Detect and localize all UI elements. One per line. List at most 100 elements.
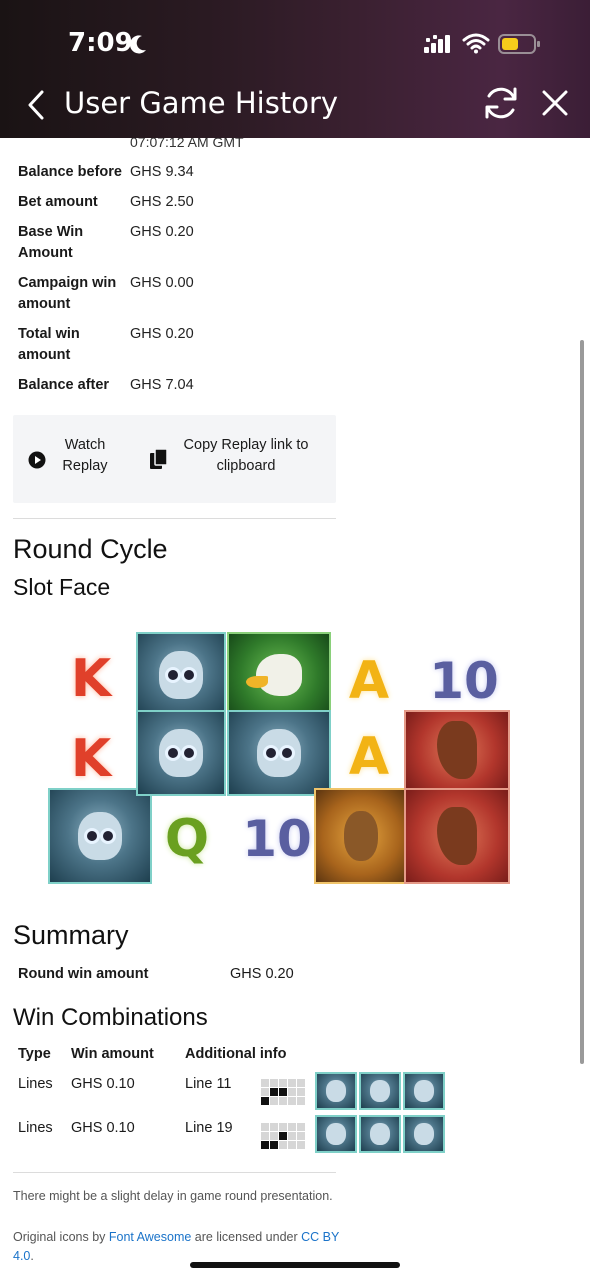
icon-credits: Original icons by Font Awesome are licen… [13, 1230, 340, 1263]
page-title: User Game History [64, 86, 339, 120]
stag-symbol [314, 788, 408, 884]
payline-cell [279, 1123, 287, 1131]
detail-label: Campaign win amount [18, 275, 117, 312]
detail-value: GHS 0.00 [130, 275, 194, 291]
divider [13, 1172, 336, 1173]
slot-reels: K K Q 10 A A 10 [44, 632, 514, 888]
payline-cell [279, 1097, 287, 1105]
payline-cell [297, 1088, 305, 1096]
replay-actions: Watch Replay Copy Replay link to clipboa… [13, 415, 336, 503]
detail-value: GHS 0.20 [130, 326, 194, 342]
col-header-win-amount: Win amount [71, 1046, 154, 1062]
copy-icon[interactable] [150, 449, 168, 471]
payline-cell [297, 1132, 305, 1140]
round-win-value: GHS 0.20 [230, 966, 294, 982]
detail-label: Balance after [18, 377, 110, 393]
payline-cell [288, 1088, 296, 1096]
detail-label: Balance before [18, 164, 122, 180]
round-cycle-heading: Round Cycle [13, 534, 168, 564]
payline-pattern [261, 1079, 305, 1105]
payline-cell [279, 1141, 287, 1149]
win-type: Lines [18, 1076, 53, 1092]
horse-symbol [404, 788, 510, 884]
win-line: Line 11 [185, 1076, 232, 1092]
win-amount: GHS 0.10 [71, 1076, 135, 1092]
payline-cell [288, 1141, 296, 1149]
history-content: 07:07:12 AM GMT Balance before GHS 9.34 … [0, 138, 590, 1280]
watch-replay-button[interactable]: Watch Replay [57, 435, 113, 477]
divider [13, 518, 336, 519]
detail-value: GHS 9.34 [130, 164, 194, 180]
payline-cell [288, 1097, 296, 1105]
payline-cell [288, 1123, 296, 1131]
moon-icon [129, 35, 146, 54]
reel-symbol: 10 [242, 810, 312, 868]
owl-symbol-thumb [359, 1115, 401, 1153]
payline-cell [297, 1123, 305, 1131]
col-header-additional-info: Additional info [185, 1046, 287, 1062]
payline-cell [297, 1141, 305, 1149]
home-indicator[interactable] [190, 1262, 400, 1268]
refresh-icon[interactable] [482, 84, 520, 122]
col-header-type: Type [18, 1046, 51, 1062]
owl-symbol-thumb [315, 1072, 357, 1110]
payline-cell [297, 1079, 305, 1087]
detail-value: GHS 2.50 [130, 194, 194, 210]
payline-cell [261, 1097, 269, 1105]
cellular-signal-icon [424, 35, 450, 53]
battery-icon [498, 34, 540, 54]
wifi-icon [462, 33, 490, 54]
owl-symbol-thumb [403, 1072, 445, 1110]
round-win-label: Round win amount [18, 966, 149, 982]
payline-cell [288, 1079, 296, 1087]
owl-symbol [136, 710, 226, 796]
status-time: 7:09 [68, 28, 133, 58]
delay-note: There might be a slight delay in game ro… [13, 1189, 333, 1203]
win-combinations-heading: Win Combinations [13, 1004, 208, 1031]
payline-cell [261, 1088, 269, 1096]
detail-label: Total win amount [18, 326, 80, 363]
payline-cell [270, 1097, 278, 1105]
payline-cell [270, 1088, 278, 1096]
payline-pattern [261, 1123, 305, 1149]
owl-symbol-thumb [315, 1115, 357, 1153]
owl-symbol-thumb [359, 1072, 401, 1110]
detail-value: GHS 7.04 [130, 377, 194, 393]
payline-cell [261, 1123, 269, 1131]
win-type: Lines [18, 1120, 53, 1136]
win-line: Line 19 [185, 1120, 233, 1136]
reel-symbol: K [70, 649, 112, 709]
winning-symbols [315, 1072, 445, 1110]
payline-cell [261, 1132, 269, 1140]
reel-symbol: A [348, 651, 390, 711]
win-amount: GHS 0.10 [71, 1120, 135, 1136]
winning-symbols [315, 1115, 445, 1153]
owl-symbol [227, 710, 331, 796]
font-awesome-link[interactable]: Font Awesome [109, 1230, 191, 1244]
round-timestamp: 07:07:12 AM GMT [130, 138, 244, 150]
scrollbar[interactable] [580, 340, 584, 1064]
payline-cell [261, 1079, 269, 1087]
owl-symbol [136, 632, 226, 718]
app-header: 7:09 User Game History [0, 0, 590, 138]
detail-value: GHS 0.20 [130, 224, 194, 240]
owl-symbol [48, 788, 152, 884]
payline-cell [288, 1132, 296, 1140]
payline-cell [270, 1141, 278, 1149]
payline-cell [297, 1097, 305, 1105]
play-circle-icon[interactable] [28, 451, 46, 469]
close-icon[interactable] [540, 88, 570, 118]
payline-cell [279, 1079, 287, 1087]
payline-cell [261, 1141, 269, 1149]
payline-cell [279, 1132, 287, 1140]
payline-cell [270, 1079, 278, 1087]
payline-cell [270, 1132, 278, 1140]
detail-label: Bet amount [18, 194, 98, 210]
copy-replay-link-button[interactable]: Copy Replay link to clipboard [181, 435, 311, 477]
payline-cell [279, 1088, 287, 1096]
detail-label: Base Win Amount [18, 224, 84, 261]
owl-symbol-thumb [403, 1115, 445, 1153]
payline-cell [270, 1123, 278, 1131]
back-arrow-icon[interactable] [24, 88, 48, 122]
eagle-symbol [227, 632, 331, 718]
